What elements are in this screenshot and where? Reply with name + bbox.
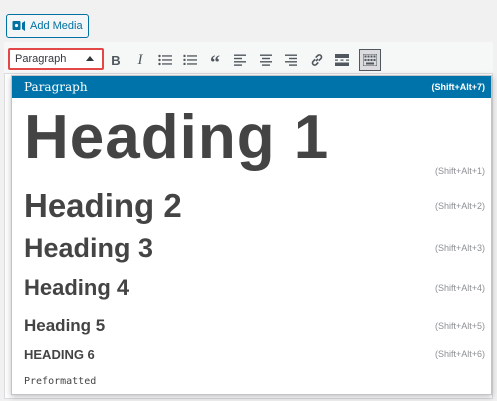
- add-media-label: Add Media: [30, 20, 83, 32]
- menu-item-shortcut: (Shift+Alt+3): [434, 243, 485, 253]
- menu-item-shortcut: (Shift+Alt+4): [434, 283, 485, 293]
- menu-item-label: Heading 3: [24, 232, 154, 263]
- menu-item-heading-4[interactable]: Heading 4 (Shift+Alt+4): [12, 272, 491, 304]
- read-more-icon: [335, 54, 349, 66]
- italic-button[interactable]: I: [130, 50, 150, 70]
- menu-item-label: Heading 5: [24, 316, 106, 335]
- numbered-list-button[interactable]: [180, 50, 200, 70]
- align-left-icon: [234, 54, 246, 66]
- read-more-button[interactable]: [332, 50, 352, 70]
- align-center-icon: [260, 54, 272, 66]
- align-center-button[interactable]: [256, 50, 276, 70]
- menu-item-preformatted[interactable]: Preformatted: [12, 370, 491, 392]
- italic-icon: I: [137, 51, 143, 68]
- numbered-list-icon: [183, 54, 197, 65]
- format-select-value: Paragraph: [15, 53, 67, 65]
- menu-item-paragraph[interactable]: Paragraph (Shift+Alt+7): [12, 76, 491, 98]
- menu-item-label: Heading 2: [24, 187, 182, 224]
- insert-link-button[interactable]: [307, 50, 327, 70]
- menu-item-shortcut: (Shift+Alt+6): [434, 349, 485, 359]
- bulleted-list-button[interactable]: [155, 50, 175, 70]
- align-right-icon: [285, 54, 297, 66]
- menu-item-label: HEADING 6: [24, 346, 95, 362]
- toolbar-toggle-icon: [363, 54, 377, 66]
- bold-button[interactable]: B: [106, 50, 126, 70]
- align-right-button[interactable]: [281, 50, 301, 70]
- menu-item-heading-5[interactable]: Heading 5 (Shift+Alt+5): [12, 312, 491, 340]
- media-icon: [12, 19, 26, 33]
- bold-icon: B: [111, 52, 121, 68]
- menu-item-label: Paragraph: [24, 80, 88, 94]
- menu-item-label: Heading 1: [24, 103, 330, 172]
- menu-item-shortcut: (Shift+Alt+2): [434, 201, 485, 211]
- menu-item-shortcut: (Shift+Alt+1): [434, 166, 485, 176]
- toolbar-toggle-button[interactable]: [359, 49, 381, 71]
- menu-item-shortcut: (Shift+Alt+5): [434, 321, 485, 331]
- blockquote-icon: “: [210, 52, 220, 74]
- format-select[interactable]: Paragraph: [8, 48, 104, 70]
- menu-item-heading-3[interactable]: Heading 3 (Shift+Alt+3): [12, 228, 491, 268]
- menu-item-heading-2[interactable]: Heading 2 (Shift+Alt+2): [12, 184, 491, 228]
- add-media-button[interactable]: Add Media: [6, 14, 89, 38]
- menu-item-label: Heading 4: [24, 275, 130, 300]
- menu-item-label: Preformatted: [24, 375, 97, 387]
- bulleted-list-icon: [158, 54, 172, 66]
- caret-up-icon: [86, 56, 94, 61]
- blockquote-button[interactable]: “: [205, 50, 225, 74]
- menu-item-shortcut: (Shift+Alt+7): [431, 82, 485, 92]
- link-icon: [311, 54, 323, 66]
- format-dropdown-menu: Paragraph (Shift+Alt+7) Heading 1 (Shift…: [11, 75, 492, 395]
- menu-item-heading-6[interactable]: HEADING 6 (Shift+Alt+6): [12, 342, 491, 366]
- menu-item-heading-1[interactable]: Heading 1 (Shift+Alt+1): [12, 100, 491, 184]
- align-left-button[interactable]: [230, 50, 250, 70]
